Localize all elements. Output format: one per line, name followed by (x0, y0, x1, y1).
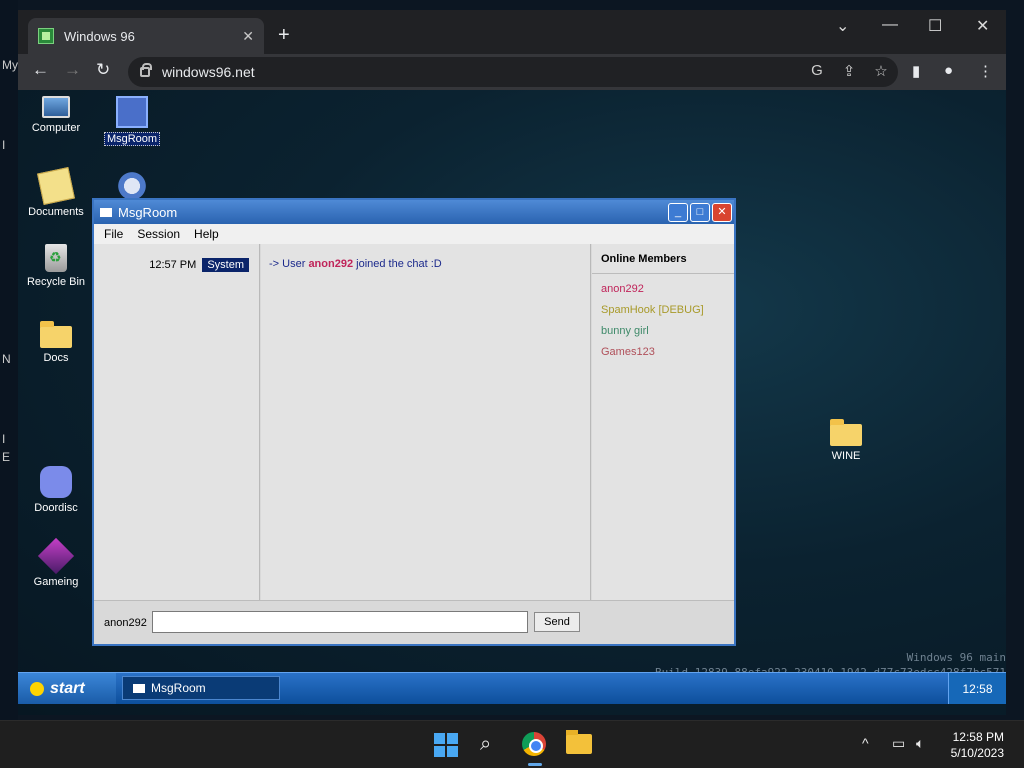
message-meta: 12:57 PM System (149, 258, 249, 272)
desktop-icon-msgroom[interactable]: MsgRoom (94, 96, 170, 146)
desktop-icon-computer[interactable]: Computer (18, 96, 94, 134)
message-log: -> User anon292 joined the chat :D (261, 244, 591, 600)
msgroom-window: MsgRoom _ □ ✕ File Session Help 12:57 PM… (92, 198, 736, 646)
chat-panes: 12:57 PM System -> User anon292 joined t… (94, 244, 734, 600)
menu-session[interactable]: Session (137, 227, 180, 241)
tab-close-icon[interactable]: ✕ (242, 28, 254, 45)
url-text: windows96.net (162, 64, 255, 80)
close-button[interactable]: ✕ (712, 203, 732, 222)
desktop-icon-gameing[interactable]: Gameing (18, 537, 94, 588)
host-clock[interactable]: 12:58 PM 5/10/2023 (951, 729, 1004, 761)
host-fragment: I (2, 432, 6, 446)
host-fragment: E (2, 450, 11, 464)
message-input[interactable] (152, 611, 528, 633)
desktop-icon-doordisc[interactable]: Doordisc (18, 466, 94, 514)
maximize-button[interactable]: ☐ (928, 16, 942, 36)
minimize-button[interactable]: — (882, 16, 898, 34)
minimize-button[interactable]: _ (668, 203, 688, 222)
taskbar-item-msgroom[interactable]: MsgRoom (122, 676, 280, 700)
profile-icon[interactable]: ● (944, 62, 953, 79)
desktop-icon-documents[interactable]: Documents (18, 167, 94, 218)
msgroom-titlebar[interactable]: MsgRoom _ □ ✕ (94, 200, 734, 224)
start-button[interactable]: start (18, 673, 116, 704)
forward-button[interactable]: → (64, 60, 81, 80)
win96-clock: 12:58 (948, 673, 1006, 704)
lock-icon[interactable] (140, 63, 152, 77)
member-item[interactable]: SpamHook [DEBUG] (592, 299, 734, 320)
network-icon[interactable]: ▭ (892, 735, 905, 752)
window-title: MsgRoom (118, 204, 178, 220)
folder-icon (40, 321, 72, 348)
chat-bubble-icon (133, 683, 145, 693)
reload-button[interactable]: ↻ (96, 60, 110, 80)
timestamp-column: 12:57 PM System (94, 244, 260, 600)
host-fragment: N (2, 352, 11, 366)
sender-badge: System (202, 258, 249, 272)
host-fragment: My (2, 58, 18, 72)
msgroom-icon (116, 96, 148, 128)
close-window-button[interactable]: ✕ (976, 16, 989, 36)
menu-file[interactable]: File (104, 227, 123, 241)
recycle-bin-icon (45, 244, 67, 272)
host-taskbar: ⌕ ^ ▭ 🔈︎ 12:58 PM 5/10/2023 (0, 720, 1024, 768)
documents-icon (37, 167, 75, 205)
tab-search-dropdown-icon[interactable]: ⌄ (836, 16, 849, 36)
host-fragment: I (2, 138, 6, 152)
menu-bar: File Session Help (94, 224, 734, 244)
chrome-window: Windows 96 ✕ + ⌄ — ☐ ✕ ← → ↻ windows96.n… (18, 10, 1006, 715)
tab-strip: Windows 96 ✕ + ⌄ — ☐ ✕ (18, 10, 1006, 54)
browser-toolbar: ← → ↻ windows96.net G ⇪ ☆ ▮ ● ⋮ (18, 54, 1006, 90)
smiley-icon (30, 681, 44, 696)
message-text: -> User anon292 joined the chat :D (269, 258, 442, 270)
file-explorer-icon[interactable] (566, 730, 592, 754)
maximize-button[interactable]: □ (690, 203, 710, 222)
nickname-label: anon292 (104, 617, 147, 629)
cube-icon (37, 537, 75, 575)
volume-icon[interactable]: 🔈︎ (916, 735, 924, 752)
desktop-icon-docs[interactable]: Docs (18, 318, 94, 364)
menu-help[interactable]: Help (194, 227, 219, 241)
member-item[interactable]: bunny girl (592, 320, 734, 341)
win96-desktop: Computer MsgRoom Documents Recycle Bin D… (18, 90, 1006, 715)
online-members-panel: Online Members anon292 SpamHook [DEBUG] … (592, 244, 734, 600)
browser-tab[interactable]: Windows 96 ✕ (28, 18, 264, 54)
members-header: Online Members (592, 244, 734, 274)
desktop-icon-wine[interactable]: WINE (808, 416, 884, 462)
member-item[interactable]: anon292 (592, 278, 734, 299)
search-icon[interactable]: ⌕ (480, 733, 502, 755)
windows-start-icon[interactable] (434, 733, 458, 757)
message-time: 12:57 PM (149, 259, 197, 271)
back-button[interactable]: ← (32, 60, 49, 80)
share-icon[interactable]: ⇪ (840, 62, 858, 80)
member-item[interactable]: Games123 (592, 341, 734, 362)
tray-chevron-icon[interactable]: ^ (862, 735, 869, 751)
host-desktop-edge: My I N I E (0, 0, 18, 720)
computer-icon (42, 96, 70, 118)
compose-bar: anon292 Send (94, 600, 734, 644)
address-bar[interactable]: windows96.net G ⇪ ☆ (128, 57, 898, 87)
desktop-icon-recycle-bin[interactable]: Recycle Bin (18, 244, 94, 288)
active-app-indicator (528, 763, 542, 766)
google-icon[interactable]: G (808, 62, 826, 80)
chrome-icon[interactable] (522, 732, 546, 756)
bookmark-star-icon[interactable]: ☆ (872, 62, 890, 80)
tab-title: Windows 96 (64, 28, 135, 44)
message-username: anon292 (308, 258, 354, 270)
send-button[interactable]: Send (534, 612, 580, 632)
windows96-favicon-icon (38, 28, 54, 44)
chat-bubble-icon (100, 207, 112, 217)
new-tab-button[interactable]: + (278, 24, 290, 47)
side-panel-icon[interactable]: ▮ (912, 62, 920, 80)
menu-kebab-icon[interactable]: ⋮ (978, 62, 993, 80)
folder-icon (830, 419, 862, 446)
win96-taskbar: start MsgRoom 12:58 (18, 672, 1006, 704)
discord-icon (40, 466, 72, 498)
